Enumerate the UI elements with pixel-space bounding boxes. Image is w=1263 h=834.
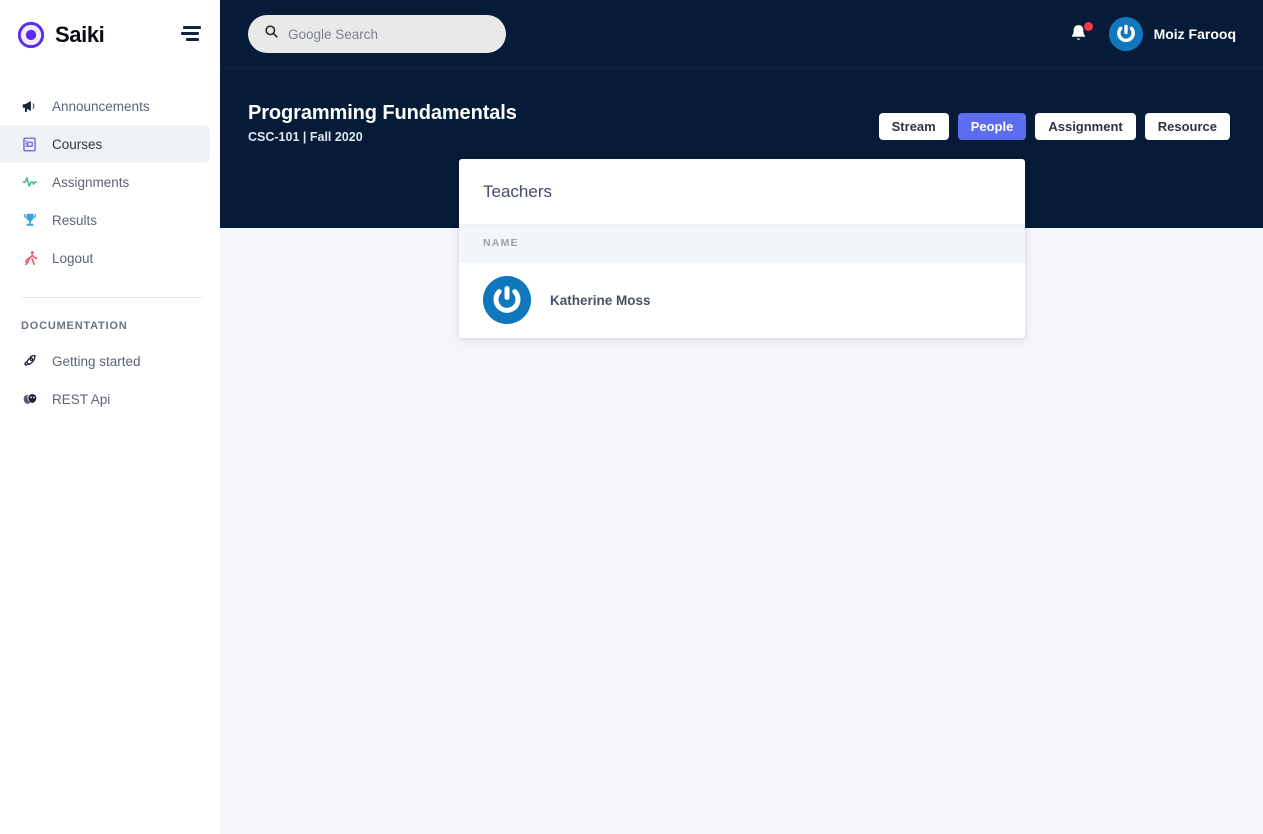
search-box[interactable] xyxy=(248,15,506,53)
course-subtitle: CSC-101 | Fall 2020 xyxy=(248,130,363,144)
sidebar-item-label: Results xyxy=(52,212,98,228)
notifications-button[interactable] xyxy=(1069,22,1093,48)
sidebar-item-results[interactable]: Results xyxy=(0,201,210,239)
course-tabs: Stream People Assignment Resource xyxy=(878,113,1230,140)
teachers-card-title: Teachers xyxy=(483,181,552,201)
rocket-icon xyxy=(20,352,39,371)
sidebar-item-assignments[interactable]: Assignments xyxy=(0,163,210,201)
sidebar-item-label: Courses xyxy=(52,136,103,152)
activity-pulse-icon xyxy=(20,173,39,192)
topbar: Moiz Farooq xyxy=(220,0,1263,69)
sidebar-item-rest-api[interactable]: REST Api xyxy=(0,380,210,418)
tab-people[interactable]: People xyxy=(957,113,1027,140)
sidebar-item-getting-started[interactable]: Getting started xyxy=(0,342,210,380)
teacher-name: Katherine Moss xyxy=(550,292,651,308)
trophy-icon xyxy=(20,211,39,230)
app-root: Saiki Announcements Courses Assignments … xyxy=(0,0,1263,834)
user-menu[interactable]: Moiz Farooq xyxy=(1108,17,1236,51)
sidebar-item-courses[interactable]: Courses xyxy=(0,125,210,163)
book-icon xyxy=(20,135,39,154)
search-input[interactable] xyxy=(288,26,490,42)
notification-badge xyxy=(1083,22,1093,31)
user-name: Moiz Farooq xyxy=(1153,26,1236,42)
content-area: Teachers NAME Katherine Moss xyxy=(220,159,1263,834)
table-row[interactable]: Katherine Moss xyxy=(459,262,1025,338)
hamburger-line xyxy=(186,37,199,41)
avatar xyxy=(1108,17,1143,51)
table-header-row: NAME xyxy=(459,224,1025,262)
megaphone-icon xyxy=(20,97,39,116)
sidebar-item-announcements[interactable]: Announcements xyxy=(0,87,210,125)
hamburger-menu-icon[interactable] xyxy=(181,26,201,42)
masks-icon xyxy=(20,390,39,409)
column-header-name: NAME xyxy=(483,237,519,249)
sidebar: Saiki Announcements Courses Assignments … xyxy=(0,0,220,834)
avatar xyxy=(483,276,531,324)
search-icon xyxy=(264,24,279,44)
brand-name: Saiki xyxy=(55,21,105,47)
topbar-right: Moiz Farooq xyxy=(1069,17,1236,51)
bell-icon xyxy=(1069,25,1088,48)
tab-stream[interactable]: Stream xyxy=(878,113,949,140)
tab-assignment[interactable]: Assignment xyxy=(1035,113,1136,140)
sidebar-nav: Announcements Courses Assignments Result… xyxy=(0,69,220,418)
sidebar-item-label: Logout xyxy=(52,250,94,266)
hamburger-line xyxy=(181,31,199,35)
page-title: Programming Fundamentals xyxy=(248,102,517,124)
sidebar-item-label: Getting started xyxy=(52,353,141,369)
sidebar-item-label: Announcements xyxy=(52,98,150,114)
course-title-block: Programming Fundamentals CSC-101 | Fall … xyxy=(248,102,517,144)
teachers-card: Teachers NAME Katherine Moss xyxy=(459,159,1025,338)
tab-resource[interactable]: Resource xyxy=(1144,113,1230,140)
sidebar-item-logout[interactable]: Logout xyxy=(0,239,210,277)
main-pane: Moiz Farooq Programming Fundamentals CSC… xyxy=(220,0,1263,834)
running-person-icon xyxy=(20,249,39,268)
sidebar-section-title: DOCUMENTATION xyxy=(21,320,128,332)
aperture-logo-icon xyxy=(16,20,46,50)
sidebar-item-label: REST Api xyxy=(52,391,111,407)
sidebar-item-label: Assignments xyxy=(52,174,130,190)
hamburger-line xyxy=(183,26,201,29)
